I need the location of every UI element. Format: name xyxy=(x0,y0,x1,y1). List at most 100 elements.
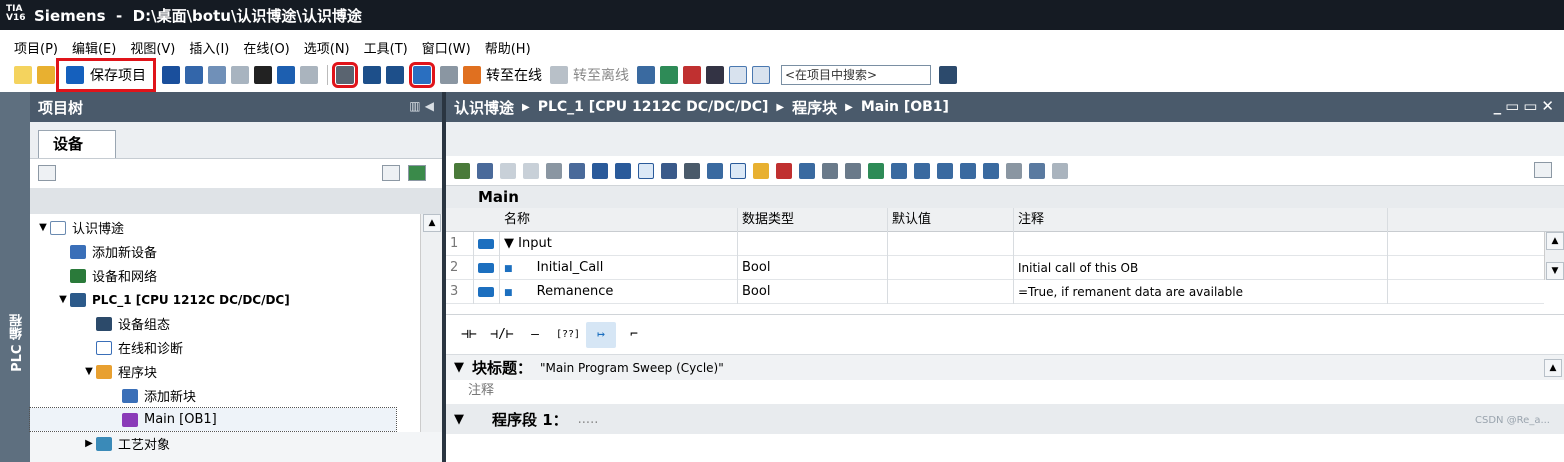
compile-icon[interactable] xyxy=(332,62,358,88)
open-project-icon[interactable] xyxy=(37,66,55,84)
breakpoint-icon[interactable] xyxy=(868,162,884,179)
call-hierarchy-icon[interactable] xyxy=(960,162,976,179)
start-cpu-icon[interactable] xyxy=(660,66,678,84)
absolute-operands-icon[interactable] xyxy=(684,162,700,179)
tree-item-add-device[interactable]: 添加新设备 xyxy=(56,240,157,263)
breadcrumb-plc[interactable]: PLC_1 [CPU 1212C DC/DC/DC] xyxy=(538,99,769,115)
menu-window[interactable]: 窗口(W) xyxy=(422,38,471,57)
download-to-device-icon[interactable] xyxy=(363,66,381,84)
menu-edit[interactable]: 编辑(E) xyxy=(72,38,116,57)
run-icon[interactable] xyxy=(983,162,999,179)
stop-simulation-icon[interactable] xyxy=(440,66,458,84)
split-horizontal-icon[interactable] xyxy=(729,66,747,84)
new-group-icon[interactable] xyxy=(38,165,56,181)
tree-item-devices-networks[interactable]: 设备和网络 xyxy=(56,264,157,287)
delete-network-icon[interactable] xyxy=(477,162,493,179)
scroll-up-icon[interactable]: ▲ xyxy=(1544,359,1562,377)
table-row[interactable]: 1 ▼ Input xyxy=(446,232,1544,256)
next-error-icon[interactable] xyxy=(799,162,815,179)
open-branch-icon[interactable]: ↦ xyxy=(586,321,616,348)
undo-icon[interactable] xyxy=(277,66,295,84)
print-icon[interactable] xyxy=(162,66,180,84)
accessible-devices-icon[interactable] xyxy=(637,66,655,84)
menu-online[interactable]: 在线(O) xyxy=(243,38,289,57)
project-search-input[interactable]: <在项目中搜索> xyxy=(781,65,931,85)
search-icon[interactable] xyxy=(939,66,957,84)
snapshot-icon[interactable] xyxy=(1052,162,1068,179)
insert-row-icon[interactable] xyxy=(500,162,516,179)
menu-options[interactable]: 选项(N) xyxy=(304,38,350,57)
tree-item-project[interactable]: ▼ 认识博途 xyxy=(36,216,124,239)
cut-icon[interactable] xyxy=(185,66,203,84)
tree-item-device-config[interactable]: 设备组态 xyxy=(82,312,170,335)
expand-arrow-icon[interactable]: ▼ xyxy=(504,236,514,251)
symbol-info-icon[interactable] xyxy=(707,162,723,179)
glasses-icon[interactable] xyxy=(1029,162,1045,179)
breadcrumb-project[interactable]: 认识博途 xyxy=(454,97,514,118)
stop-cpu-icon[interactable] xyxy=(683,66,701,84)
expand-arrow-icon[interactable]: ▼ xyxy=(56,294,70,305)
cross-reference-icon[interactable] xyxy=(706,66,724,84)
row-comment[interactable]: =True, if remanent data are available xyxy=(1014,280,1388,304)
modify-icon[interactable] xyxy=(845,162,861,179)
redo-icon[interactable] xyxy=(300,66,318,84)
row-name-cell[interactable]: ■ Remanence xyxy=(500,280,738,304)
open-all-networks-icon[interactable] xyxy=(592,162,608,179)
go-offline-button[interactable]: 转至离线 xyxy=(573,65,629,85)
menu-help[interactable]: 帮助(H) xyxy=(485,38,531,57)
collapse-arrow-icon[interactable]: ▼ xyxy=(454,412,464,427)
block-title-row[interactable]: ▼ 块标题： "Main Program Sweep (Cycle)" ▲ xyxy=(446,354,1564,380)
close-all-networks-icon[interactable] xyxy=(615,162,631,179)
network-1-header[interactable]: ▼ 程序段 1： ..... CSDN @Re_a... xyxy=(446,404,1564,434)
column-header-datatype[interactable]: 数据类型 xyxy=(738,208,888,232)
normally-open-contact-icon[interactable]: ⊣⊢ xyxy=(454,322,484,348)
row-datatype[interactable]: Bool xyxy=(738,256,888,280)
expand-arrow-icon[interactable]: ▼ xyxy=(82,366,96,377)
menu-view[interactable]: 视图(V) xyxy=(130,38,175,57)
collapse-panel-icon[interactable]: ▥ ◀ xyxy=(409,99,434,113)
expand-arrow-icon[interactable]: ▶ xyxy=(82,438,96,449)
favorites-icon[interactable] xyxy=(661,162,677,179)
column-header-name[interactable]: 名称 xyxy=(500,208,738,232)
expand-arrow-icon[interactable]: ▼ xyxy=(36,222,50,233)
tree-scrollbar[interactable]: ▲ xyxy=(420,214,442,432)
tree-item-main-ob1[interactable]: Main [OB1] xyxy=(29,407,397,432)
row-name-cell[interactable]: ▼ Input xyxy=(500,232,738,256)
paste-icon[interactable] xyxy=(231,66,249,84)
upload-from-device-icon[interactable] xyxy=(386,66,404,84)
go-online-button[interactable]: 转至在线 xyxy=(486,65,542,85)
reset-startvalue-icon[interactable] xyxy=(546,162,562,179)
go-offline-icon[interactable] xyxy=(550,66,568,84)
row-datatype[interactable]: Bool xyxy=(738,280,888,304)
delete-icon[interactable] xyxy=(254,66,272,84)
go-online-icon[interactable] xyxy=(463,66,481,84)
menu-insert[interactable]: 插入(I) xyxy=(189,38,229,57)
overview-icon[interactable] xyxy=(382,165,400,181)
split-vertical-icon[interactable] xyxy=(752,66,770,84)
connections-icon[interactable] xyxy=(1006,162,1022,179)
scroll-up-icon[interactable]: ▲ xyxy=(423,214,441,232)
collapse-arrow-icon[interactable]: ▼ xyxy=(454,360,464,375)
tab-devices[interactable]: 设备 xyxy=(38,130,116,158)
block-comment[interactable]: 注释 xyxy=(446,380,1564,404)
go-to-error-icon[interactable] xyxy=(776,162,792,179)
comments-icon[interactable] xyxy=(638,162,654,179)
save-project-button[interactable]: 保存项目 xyxy=(56,58,156,92)
start-simulation-icon[interactable] xyxy=(409,62,435,88)
show-hide-icon[interactable] xyxy=(730,162,746,179)
row-name-cell[interactable]: ■ Initial_Call xyxy=(500,256,738,280)
plc-programming-tab[interactable]: PLC 编程 xyxy=(8,314,27,372)
normally-closed-contact-icon[interactable]: ⊣/⊢ xyxy=(487,322,517,348)
refresh-tree-icon[interactable] xyxy=(408,165,426,181)
menu-project[interactable]: 项目(P) xyxy=(14,38,58,57)
copy-icon[interactable] xyxy=(208,66,226,84)
scroll-down-icon[interactable]: ▼ xyxy=(1546,262,1564,280)
row-default[interactable] xyxy=(888,280,1014,304)
breadcrumb-main[interactable]: Main [OB1] xyxy=(861,99,949,115)
insert-network-icon[interactable] xyxy=(454,162,470,179)
step-over-icon[interactable] xyxy=(914,162,930,179)
step-out-icon[interactable] xyxy=(937,162,953,179)
tag-info-icon[interactable] xyxy=(753,162,769,179)
tree-item-add-block[interactable]: 添加新块 xyxy=(108,384,196,407)
new-project-icon[interactable] xyxy=(14,66,32,84)
